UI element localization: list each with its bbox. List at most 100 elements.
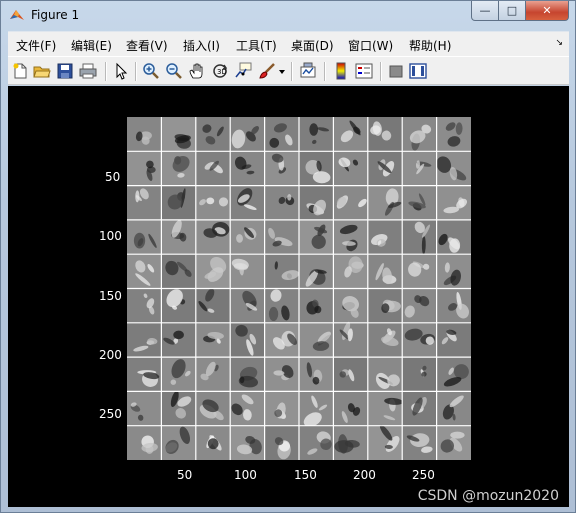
open-file-icon[interactable] [33,62,51,80]
feature-tile [436,391,471,426]
maximize-button[interactable]: □ [499,1,526,21]
feature-tile [436,425,471,460]
feature-tile [264,357,299,392]
menu-edit[interactable]: 编辑(E) [71,37,112,54]
print-icon[interactable] [79,62,97,80]
feature-tile [299,151,334,186]
zoom-out-icon[interactable] [165,62,183,80]
menu-help[interactable]: 帮助(H) [409,37,451,54]
title-bar[interactable]: Figure 1 — □ ✕ [1,1,575,31]
matlab-logo-icon [10,10,24,20]
feature-tile [161,390,196,426]
feature-tile [367,254,403,289]
link-plot-icon[interactable] [299,62,317,80]
show-plot-tools-icon[interactable] [409,62,427,80]
y-tick-label: 150 [99,289,122,303]
feature-tile [299,391,334,427]
menu-window[interactable]: 窗口(W) [348,37,393,54]
feature-tile [195,322,231,358]
colorbar-icon[interactable] [332,62,350,80]
brush-dropdown-icon[interactable] [278,62,286,80]
hide-plot-tools-icon[interactable] [387,62,405,80]
x-tick-label: 250 [412,468,435,482]
feature-tile [402,288,437,323]
feature-tile [195,151,231,186]
menu-view[interactable]: 查看(V) [126,37,168,54]
feature-tile [367,185,403,220]
legend-icon[interactable] [355,62,373,80]
minimize-button[interactable]: — [471,1,499,21]
feature-tile [333,117,368,152]
feature-tile [333,185,368,220]
menu-tools[interactable]: 工具(T) [236,37,277,54]
y-tick-label: 100 [99,229,122,243]
feature-tile [299,288,334,323]
feature-tile [161,357,196,392]
feature-tile [402,425,437,460]
x-tick-label: 50 [177,468,193,482]
feature-tile [161,185,196,220]
feature-tile [195,185,231,220]
zoom-in-icon[interactable] [142,62,160,80]
menu-insert[interactable]: 插入(I) [183,37,220,54]
feature-tile [161,151,196,186]
feature-tile [230,288,265,323]
toolbar-separator [105,62,107,81]
feature-tile [367,117,403,152]
feature-tile [127,151,162,186]
feature-tile [333,391,368,426]
feature-tile [230,425,265,460]
toolbar-separator [135,62,137,81]
close-button[interactable]: ✕ [526,1,569,21]
rotate-3d-icon[interactable]: 3D [211,62,229,80]
select-arrow-icon[interactable] [112,62,130,80]
y-tick-label: 200 [99,348,122,362]
brush-icon[interactable] [258,62,276,80]
image-axes[interactable] [127,117,471,460]
watermark: CSDN @mozun2020 [417,488,559,504]
feature-tile [333,288,368,323]
save-icon[interactable] [56,62,74,80]
feature-tile [230,151,265,186]
feature-tile [436,117,471,152]
feature-tile [436,254,471,289]
feature-tile [127,425,162,460]
window-title: Figure 1 [31,8,80,22]
feature-tile [402,219,437,255]
new-figure-icon[interactable] [11,62,29,80]
feature-tile [402,391,437,426]
feature-tile [127,288,162,323]
toolbar-separator [324,62,326,81]
feature-tile [436,357,471,392]
y-tick-label: 250 [99,407,122,421]
feature-tile [230,357,265,392]
feature-tile [230,185,265,220]
feature-tile [264,288,299,323]
x-tick-label: 100 [234,468,257,482]
feature-tile [161,322,196,358]
feature-tile [195,288,231,323]
feature-tile [127,185,162,220]
feature-tile [161,288,196,323]
feature-tile [299,425,334,460]
toolbar-separator [380,62,382,81]
feature-tile [230,391,265,426]
feature-tile [195,391,231,426]
feature-tile [299,219,334,255]
menu-file[interactable]: 文件(F) [16,37,56,54]
feature-tile [333,357,368,392]
feature-tile [367,391,404,426]
feature-tile [299,357,334,392]
menubar-overflow-icon[interactable]: ↘ [555,38,563,48]
pan-hand-icon[interactable] [188,62,206,80]
feature-tile [299,185,334,220]
menu-desktop[interactable]: 桌面(D) [291,37,334,54]
feature-tile [402,322,437,358]
feature-tile [333,254,368,289]
feature-tile [402,151,437,186]
feature-tile [402,185,437,220]
figure-window: Figure 1 — □ ✕ 文件(F) 编辑(E) 查看(V) 插入(I) 工… [0,0,576,513]
toolbar-separator [291,62,293,81]
feature-tile [367,424,403,460]
data-cursor-icon[interactable] [234,62,252,80]
